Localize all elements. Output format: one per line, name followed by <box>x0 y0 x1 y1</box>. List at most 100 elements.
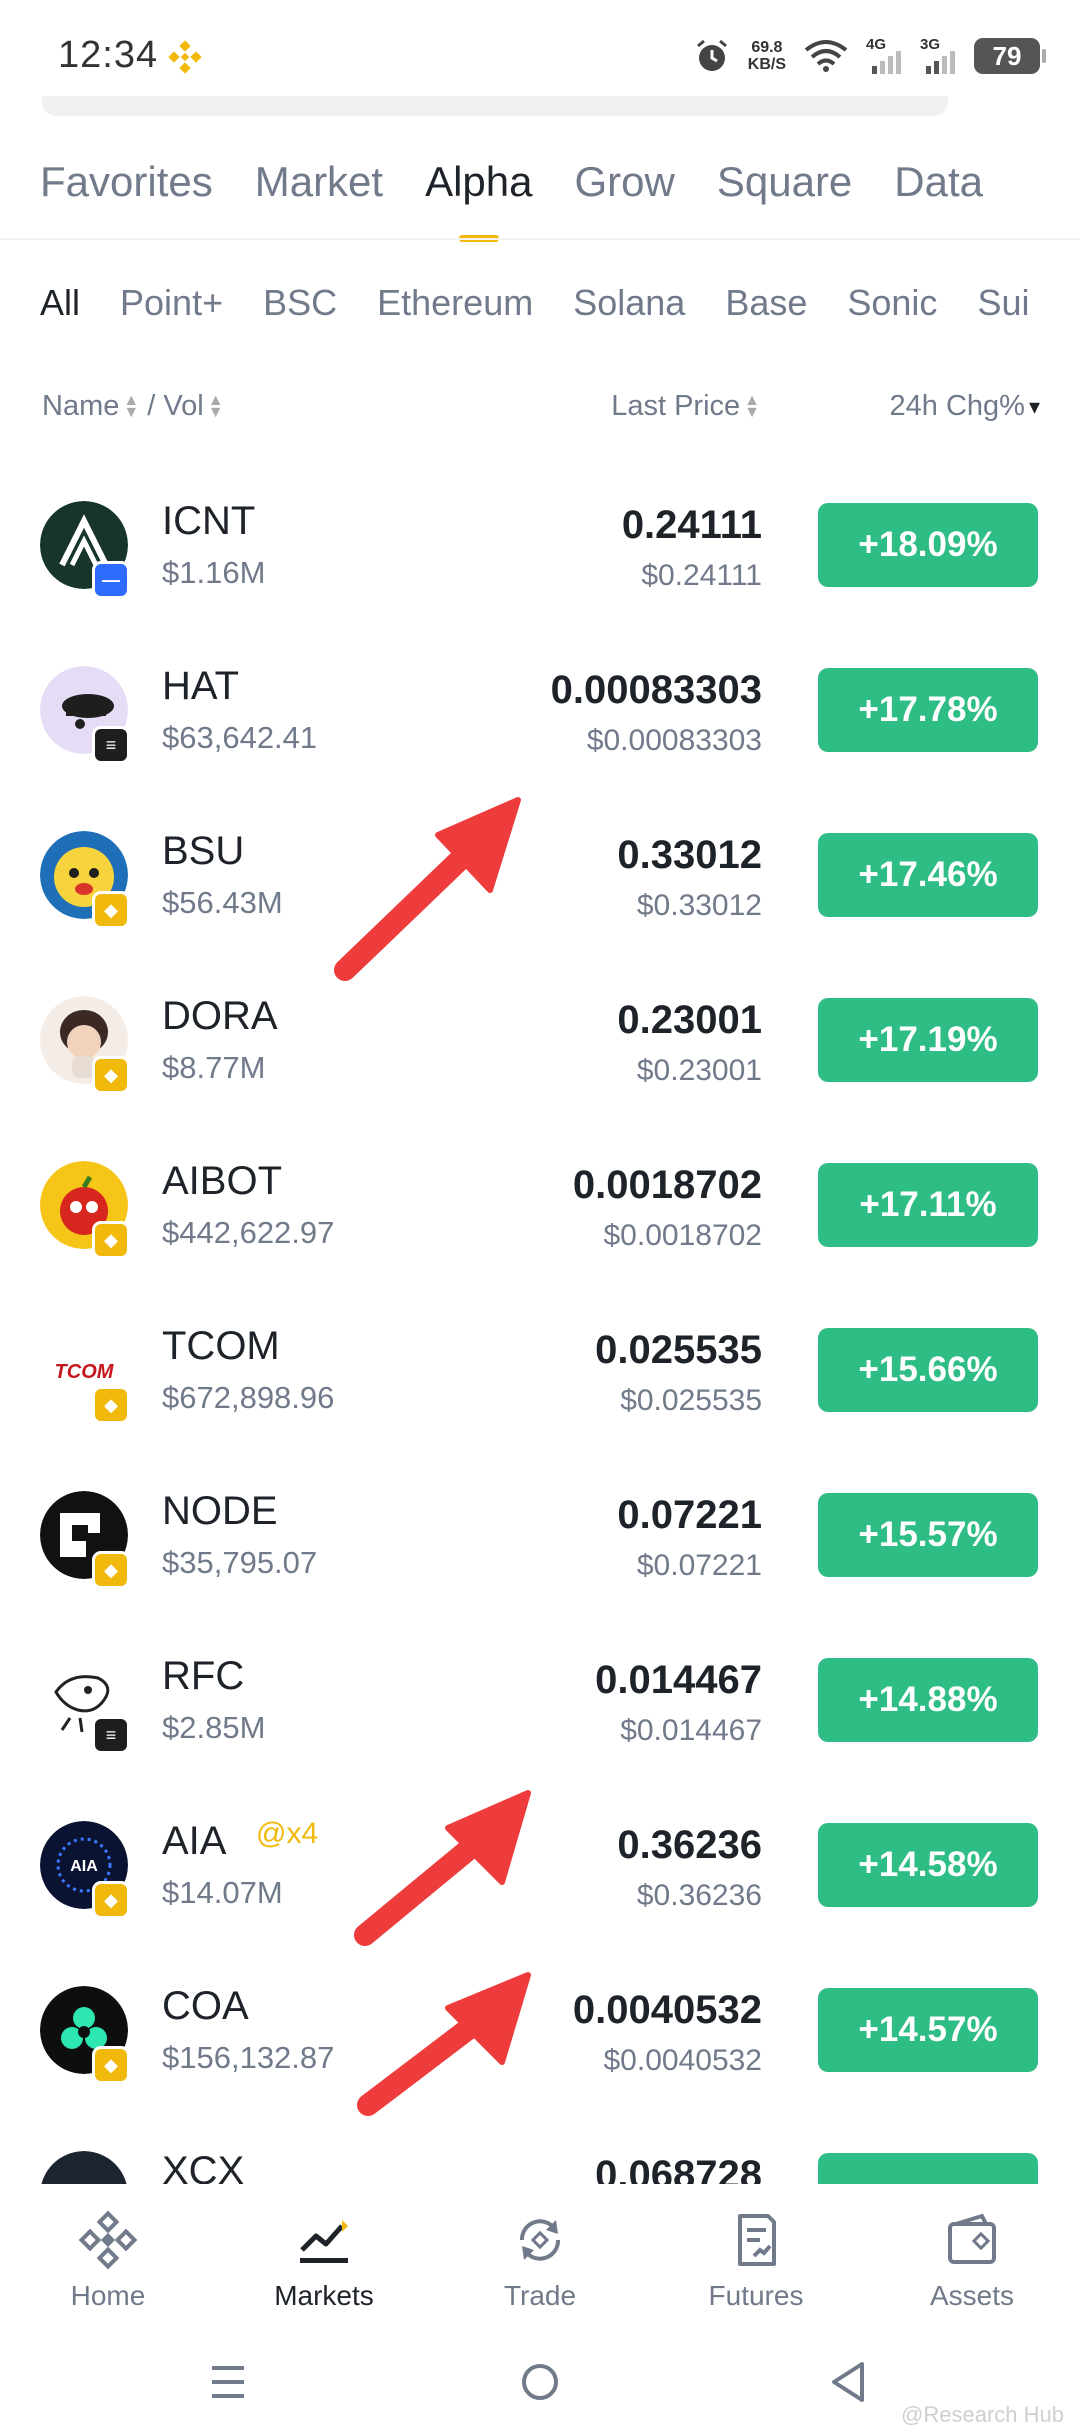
coin-row[interactable]: ◆XCX0.068728 <box>0 2113 1080 2184</box>
coin-symbol: AIA <box>162 1819 227 1863</box>
coin-row[interactable]: AIA ◆ AIA @x4 $14.07M 0.36236 $0.36236 +14.58% <box>0 1783 1080 1948</box>
sol-chain-badge-icon: ≡ <box>92 726 130 764</box>
price-usd: $0.24111 <box>641 559 762 592</box>
coin-row[interactable]: — ICNT $1.16M 0.24111 $0.24111 +18.09% <box>0 463 1080 628</box>
battery-indicator: 79 <box>974 38 1046 74</box>
sort-icon: ▲ ▼ <box>123 392 140 422</box>
chain-tab-base[interactable]: Base <box>725 282 807 324</box>
coin-volume: $672,898.96 <box>162 1380 335 1415</box>
price-usd: $0.0040532 <box>603 2044 763 2077</box>
alarm-icon <box>696 39 727 71</box>
nav-futures-label: Futures <box>708 2280 804 2311</box>
change-badge[interactable]: +14.88% <box>818 1658 1038 1742</box>
trade-icon <box>519 2219 561 2261</box>
coin-volume: $35,795.07 <box>162 1545 318 1580</box>
change-badge[interactable]: +17.46% <box>818 833 1038 917</box>
home-circle-icon[interactable] <box>510 2352 570 2412</box>
coin-row[interactable]: TCOM ◆ TCOM $672,898.96 0.025535 $0.025535 +15… <box>0 1288 1080 1453</box>
sort-icon: ▲ ▼ <box>207 392 224 422</box>
price-usd: $0.00083303 <box>586 724 762 757</box>
price-usd: $0.07221 <box>636 1549 762 1582</box>
change-badge[interactable]: +17.19% <box>818 998 1038 1082</box>
tab-alpha[interactable]: Alpha <box>425 158 532 206</box>
last-price: 0.0018702 <box>572 1163 762 1207</box>
coin-volume: $442,622.97 <box>162 1215 335 1250</box>
coin-row[interactable]: ◆ DORA $8.77M 0.23001 $0.23001 +17.19% <box>0 958 1080 1123</box>
nav-home[interactable]: Home <box>0 2184 216 2334</box>
chain-tab-bsc[interactable]: BSC <box>263 282 337 324</box>
status-bar: 12:34 69.8 KB/S 4G 3G 79 <box>0 0 1080 110</box>
chain-filter-tabs: All Point+ BSC Ethereum Solana Base Soni… <box>40 282 1029 324</box>
last-price: 0.025535 <box>595 1328 762 1372</box>
recents-icon[interactable] <box>198 2352 258 2412</box>
change-badge[interactable]: +17.78% <box>818 668 1038 752</box>
coin-row[interactable]: ≡ RFC $2.85M 0.014467 $0.014467 +14.88% <box>0 1618 1080 1783</box>
status-icons: 69.8 KB/S 4G 3G 79 <box>694 34 1046 78</box>
coin-symbol: AIBOT <box>162 1159 283 1203</box>
chain-tab-all[interactable]: All <box>40 282 80 324</box>
sort-name-vol[interactable]: Name ▲ ▼ / Vol ▲ ▼ <box>42 390 224 423</box>
sim2-signal-icon: 3G <box>920 36 956 76</box>
tab-grow[interactable]: Grow <box>575 158 675 206</box>
last-price: 0.36236 <box>617 1823 762 1867</box>
nav-markets[interactable]: Markets <box>216 2184 432 2334</box>
tab-square[interactable]: Square <box>717 158 852 206</box>
last-price: 0.24111 <box>621 503 762 547</box>
coin-symbol: ICNT <box>162 499 256 543</box>
price-usd: $0.33012 <box>636 889 762 922</box>
chain-tab-ethereum[interactable]: Ethereum <box>377 282 533 324</box>
coin-symbol: BSU <box>162 829 245 873</box>
bsc-chain-badge-icon: ◆ <box>92 1881 130 1919</box>
col-vol-label: / Vol <box>147 390 204 422</box>
chain-tab-sonic[interactable]: Sonic <box>847 282 937 324</box>
sort-icon: ▲ ▼ <box>744 392 760 422</box>
tab-market[interactable]: Market <box>255 158 383 206</box>
change-badge[interactable]: +17.11% <box>818 1163 1038 1247</box>
coin-row[interactable]: ≡ HAT $63,642.41 0.00083303 $0.00083303 +17.7… <box>0 628 1080 793</box>
nav-futures[interactable]: Futures <box>648 2184 864 2334</box>
coin-row[interactable]: ◆ BSU $56.43M 0.33012 $0.33012 +17.46% <box>0 793 1080 958</box>
nav-assets[interactable]: Assets <box>864 2184 1080 2334</box>
coin-row[interactable]: ◆ COA $156,132.87 0.0040532 $0.0040532 +14.57… <box>0 1948 1080 2113</box>
svg-text:TCOM: TCOM <box>55 1361 115 1383</box>
chain-tab-point-plus[interactable]: Point+ <box>120 282 223 324</box>
multiplier-badge: @x4 <box>256 1817 319 1850</box>
markets-icon <box>300 2220 348 2263</box>
coin-row[interactable]: ◆$12.31M$0.022665 <box>0 440 1080 463</box>
assets-icon <box>948 2213 996 2264</box>
partial-coin-icon <box>40 2151 128 2184</box>
change-badge[interactable]: +18.09% <box>818 503 1038 587</box>
coin-row[interactable]: ◆ AIBOT $442,622.97 0.0018702 $0.0018702 +17.… <box>0 1123 1080 1288</box>
coin-row[interactable]: ◆ NODE $35,795.07 0.07221 $0.07221 +15.57% <box>0 1453 1080 1618</box>
price-usd: $0.025535 <box>620 1384 762 1417</box>
coin-volume: $156,132.87 <box>162 2040 335 2075</box>
sort-change[interactable]: 24h Chg% ▾ <box>890 390 1040 423</box>
coin-list[interactable]: ◆$12.31M$0.022665 — ICNT $1.16M 0.24111 $0.24… <box>0 440 1080 2184</box>
sol-chain-badge-icon: ≡ <box>92 1716 130 1754</box>
change-badge[interactable]: +14.58% <box>818 1823 1038 1907</box>
last-price: 0.0040532 <box>572 1988 762 2032</box>
change-badge[interactable] <box>818 2153 1038 2184</box>
nav-trade[interactable]: Trade <box>432 2184 648 2334</box>
change-badge[interactable]: +15.57% <box>818 1493 1038 1577</box>
last-price: 0.23001 <box>617 998 762 1042</box>
top-tabs: Favorites Market Alpha Grow Square Data <box>40 158 983 206</box>
sort-last-price[interactable]: Last Price ▲ ▼ <box>611 390 760 423</box>
chain-tab-solana[interactable]: Solana <box>573 282 685 324</box>
search-bar-edge[interactable] <box>42 96 948 116</box>
coin-volume: $8.77M <box>162 1050 266 1085</box>
change-badge[interactable]: +14.57% <box>818 1988 1038 2072</box>
tab-favorites[interactable]: Favorites <box>40 158 213 206</box>
last-price: 0.00083303 <box>550 668 762 712</box>
coin-symbol: RFC <box>162 1654 245 1698</box>
back-icon[interactable] <box>820 2352 880 2412</box>
chain-tab-sui[interactable]: Sui <box>977 282 1029 324</box>
last-price: 0.014467 <box>595 1658 762 1702</box>
tab-data[interactable]: Data <box>894 158 983 206</box>
binance-logo-icon <box>168 40 202 74</box>
nav-home-label: Home <box>70 2280 146 2311</box>
col-price-label: Last Price <box>611 390 741 422</box>
change-badge[interactable]: +15.66% <box>818 1328 1038 1412</box>
coin-volume: $56.43M <box>162 885 283 920</box>
bsc-chain-badge-icon: ◆ <box>92 891 130 929</box>
